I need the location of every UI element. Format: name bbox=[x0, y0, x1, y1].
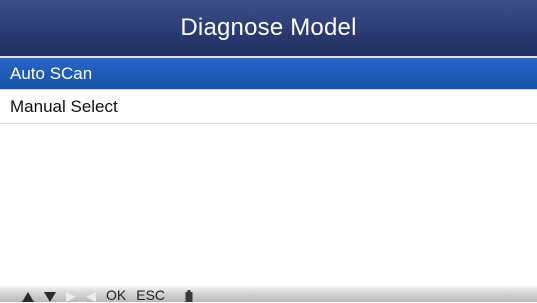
footer-key-bar: OK ESC bbox=[0, 286, 537, 302]
page-title: Diagnose Model bbox=[180, 14, 357, 41]
battery-icon bbox=[185, 286, 193, 302]
diagnose-menu: Auto SCan Manual Select bbox=[0, 58, 537, 124]
left-arrow-icon[interactable] bbox=[86, 286, 96, 302]
menu-item-label: Auto SCan bbox=[10, 64, 93, 83]
title-bar: Diagnose Model bbox=[0, 0, 537, 58]
ok-key[interactable]: OK bbox=[106, 286, 126, 302]
empty-content-area bbox=[0, 124, 537, 286]
right-arrow-icon[interactable] bbox=[66, 286, 76, 302]
up-arrow-icon[interactable] bbox=[22, 286, 34, 302]
menu-item-label: Manual Select bbox=[10, 97, 118, 116]
down-arrow-icon[interactable] bbox=[44, 286, 56, 302]
menu-item-manual-select[interactable]: Manual Select bbox=[0, 90, 537, 124]
menu-item-auto-scan[interactable]: Auto SCan bbox=[0, 58, 537, 90]
esc-key[interactable]: ESC bbox=[136, 286, 165, 302]
